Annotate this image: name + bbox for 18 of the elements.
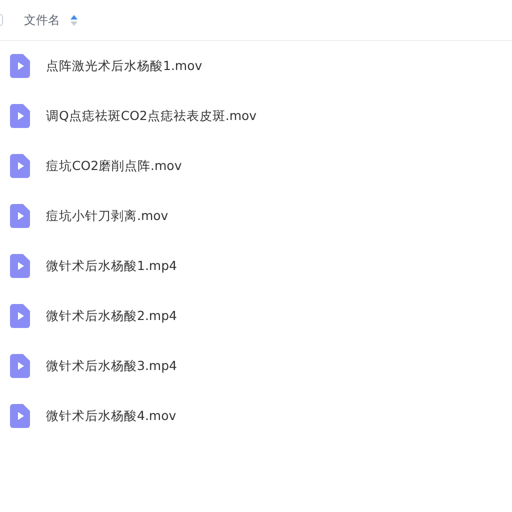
video-file-icon <box>10 354 30 378</box>
video-file-icon <box>10 104 30 128</box>
file-name[interactable]: 微针术后水杨酸3.mp4 <box>46 358 177 374</box>
video-file-icon <box>10 254 30 278</box>
file-name[interactable]: 微针术后水杨酸4.mov <box>46 408 176 424</box>
video-file-icon <box>10 304 30 328</box>
sort-icon[interactable] <box>70 14 78 26</box>
file-name[interactable]: 痘坑小针刀剥离.mov <box>46 208 168 224</box>
file-name[interactable]: 点阵激光术后水杨酸1.mov <box>46 58 202 74</box>
column-header[interactable]: 文件名 <box>24 12 60 28</box>
file-name[interactable]: 痘坑CO2磨削点阵.mov <box>46 158 182 174</box>
video-file-icon <box>10 154 30 178</box>
file-name[interactable]: 调Q点痣祛斑CO2点痣祛表皮斑.mov <box>46 108 257 124</box>
file-name[interactable]: 微针术后水杨酸2.mp4 <box>46 308 177 324</box>
video-file-icon <box>10 204 30 228</box>
video-file-icon <box>10 54 30 78</box>
video-file-icon <box>10 404 30 428</box>
file-name[interactable]: 微针术后水杨酸1.mp4 <box>46 258 177 274</box>
